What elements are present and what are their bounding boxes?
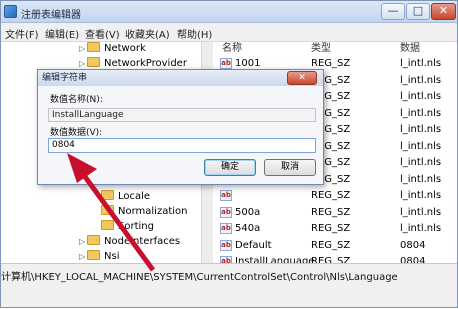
annotation-arrow-icon xyxy=(67,153,156,272)
arrow-shaft xyxy=(80,172,156,272)
registry-editor-window: 注册表编辑器 — □ ✕ 文件(F) 编辑(E) 查看(V) 收藏夹(A) 帮助… xyxy=(0,0,458,308)
arrow-head xyxy=(67,153,97,183)
